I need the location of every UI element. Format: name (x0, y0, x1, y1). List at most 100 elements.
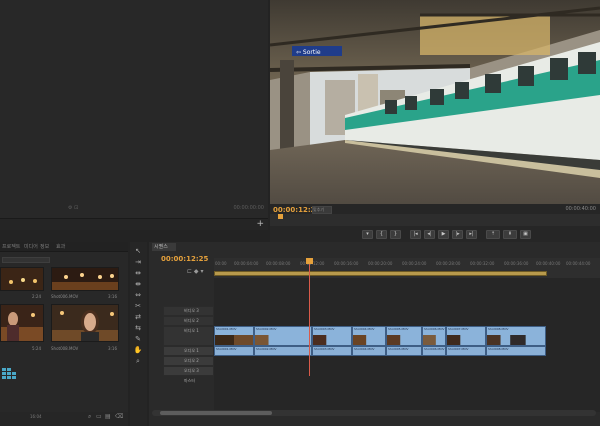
tab-media[interactable]: 미디어 (24, 243, 38, 250)
clip-name: Shot003.MOV (314, 327, 335, 331)
zoom-icon[interactable]: ⌕ (133, 357, 143, 366)
clip-thumbnail[interactable] (0, 267, 44, 291)
source-controls: + (0, 218, 268, 230)
video-clip[interactable]: Shot007.MOV (446, 326, 486, 346)
clip-name: Shot005.MOV (388, 347, 409, 351)
audio-clip[interactable]: Shot006.MOV (422, 346, 446, 356)
slide-icon[interactable]: ⇆ (133, 324, 143, 333)
track-header-audio-1[interactable]: 오디오 1 (163, 346, 214, 356)
audio-clip[interactable]: Shot001.MOV (214, 346, 254, 356)
go-to-out-icon[interactable]: ▸| (466, 230, 477, 239)
tab-project[interactable]: 프로젝트 (2, 243, 20, 250)
clip-thumbnail[interactable] (0, 304, 44, 342)
selection-tool-icon[interactable]: ↖ (133, 247, 143, 256)
track-name: 비디오 1 (184, 328, 199, 333)
clip-name: Shot006.MOV (424, 327, 445, 331)
source-footer: ⚙ ⊡ 00:00:00:00 (0, 203, 268, 215)
trash-icon[interactable]: ⌫ (115, 413, 123, 420)
program-video-frame: ⇦ Sortie (270, 0, 600, 204)
track-header-video-2[interactable]: 비디오 2 (163, 316, 214, 326)
clip-duration: 3:16 (108, 294, 117, 299)
scrollbar-thumb[interactable] (160, 411, 272, 415)
step-back-icon[interactable]: ◂| (424, 230, 435, 239)
ruler-tick: 00:00:16:00 (334, 261, 359, 266)
slip-icon[interactable]: ⇄ (133, 313, 143, 322)
export-frame-icon[interactable]: ▣ (520, 230, 531, 239)
program-total-duration: 00:00:40:00 (565, 206, 596, 212)
tab-sequence[interactable]: 시퀀스 (152, 243, 176, 251)
lift-icon[interactable]: ⇡ (486, 230, 500, 239)
track-header-master[interactable]: 마스터 (163, 376, 214, 386)
track-name: 오디오 1 (184, 348, 199, 353)
sequence-icon[interactable] (2, 368, 18, 384)
audio-clip[interactable]: Shot003.MOV (312, 346, 352, 356)
audio-clip[interactable]: Shot004.MOV (352, 346, 386, 356)
clip-thumbnail[interactable] (51, 267, 119, 291)
razor-icon[interactable]: ✂ (133, 302, 143, 311)
video-clip[interactable]: Shot001.MOV (214, 326, 254, 346)
clip-label: Shot008.MOV (51, 346, 79, 351)
ruler-tick: 00:00:24:00 (402, 261, 427, 266)
video-clip[interactable]: Shot004.MOV (352, 326, 386, 346)
audio-clip[interactable]: Shot007.MOV (446, 346, 486, 356)
track-header-video-1[interactable]: 비디오 1 (163, 326, 214, 346)
track-header-audio-2[interactable]: 오디오 2 (163, 356, 214, 366)
extract-icon[interactable]: ⇞ (503, 230, 517, 239)
clip-name: Shot001.MOV (216, 327, 237, 331)
work-area-bar[interactable] (214, 271, 547, 276)
ruler-tick: 00:00:04:00 (234, 261, 259, 266)
track-header-audio-3[interactable]: 오디오 3 (163, 366, 214, 376)
search-icon[interactable]: ⌕ (88, 413, 91, 421)
step-forward-icon[interactable]: |▸ (452, 230, 463, 239)
timeline-scrollbar[interactable] (152, 410, 596, 416)
tools-panel: ↖ ⇥ ⇹ ⇼ ⇔ ✂ ⇄ ⇆ ✎ ✋ ⌕ (130, 242, 147, 426)
add-button[interactable]: + (256, 219, 264, 229)
project-bin-dropdown[interactable] (2, 257, 50, 263)
transport-controls: ▾ { } |◂ ◂| ▶ |▸ ▸| ⇡ ⇞ ▣ (270, 228, 600, 242)
clip-name: Shot004.MOV (354, 347, 375, 351)
track-header-video-3[interactable]: 비디오 3 (163, 306, 214, 316)
video-clip[interactable]: Shot003.MOV (312, 326, 352, 346)
ruler-tick: 00:00:28:00 (436, 261, 461, 266)
ruler-tick: 00:00:40:00 (536, 261, 561, 266)
rolling-edit-icon[interactable]: ⇼ (133, 280, 143, 289)
fit-dropdown[interactable]: 맞추기 (312, 206, 332, 214)
hand-icon[interactable]: ✋ (133, 346, 143, 355)
pen-icon[interactable]: ✎ (133, 335, 143, 344)
ruler-tick: 00:00:36:00 (504, 261, 529, 266)
marker-icon[interactable]: ▾ (362, 230, 373, 239)
timeline-ruler[interactable]: 00:00 00:00:04:00 00:00:08:00 00:00:12:0… (214, 258, 600, 278)
folder-icon[interactable]: ▭ (96, 413, 102, 420)
track-select-icon[interactable]: ⇥ (133, 258, 143, 267)
timeline-timecode[interactable]: 00:00:12:25 (161, 255, 208, 263)
play-icon[interactable]: ▶ (438, 230, 449, 239)
in-point-icon[interactable]: { (376, 230, 387, 239)
settings-icon[interactable]: ⚙ ⊡ (68, 205, 78, 211)
program-playhead[interactable] (278, 214, 283, 219)
program-time-ruler[interactable] (270, 214, 600, 226)
clip-thumbnail[interactable] (51, 304, 119, 342)
video-clip[interactable]: Shot006.MOV (422, 326, 446, 346)
ruler-tick: 00:00:08:00 (266, 261, 291, 266)
go-to-in-icon[interactable]: |◂ (410, 230, 421, 239)
video-clip[interactable]: Shot005.MOV (386, 326, 422, 346)
tab-effects[interactable]: 효과 (56, 243, 65, 250)
clip-name: Shot004.MOV (354, 327, 375, 331)
source-timecode: 00:00:00:00 (233, 205, 264, 211)
audio-clip[interactable]: Shot008.MOV (486, 346, 546, 356)
out-point-icon[interactable]: } (390, 230, 401, 239)
video-clip[interactable]: Shot008.MOV (486, 326, 546, 346)
ruler-tick: 00:00:20:00 (368, 261, 393, 266)
audio-clip[interactable]: Shot005.MOV (386, 346, 422, 356)
new-item-icon[interactable]: ▤ (105, 413, 111, 420)
snap-icon[interactable]: ⊏ ◆ ▾ (187, 268, 203, 275)
ruler-tick: 00:00:44:00 (566, 261, 591, 266)
track-area[interactable]: Shot001.MOV Shot002.MOV Shot003.MOV Shot… (214, 278, 600, 412)
tab-info[interactable]: 정보 (40, 243, 49, 250)
video-clip[interactable]: Shot002.MOV (254, 326, 312, 346)
rate-stretch-icon[interactable]: ⇔ (133, 291, 143, 300)
audio-clip[interactable]: Shot002.MOV (254, 346, 312, 356)
clip-name: Shot007.MOV (448, 347, 469, 351)
clip-name: Shot002.MOV (256, 347, 277, 351)
ripple-edit-icon[interactable]: ⇹ (133, 269, 143, 278)
